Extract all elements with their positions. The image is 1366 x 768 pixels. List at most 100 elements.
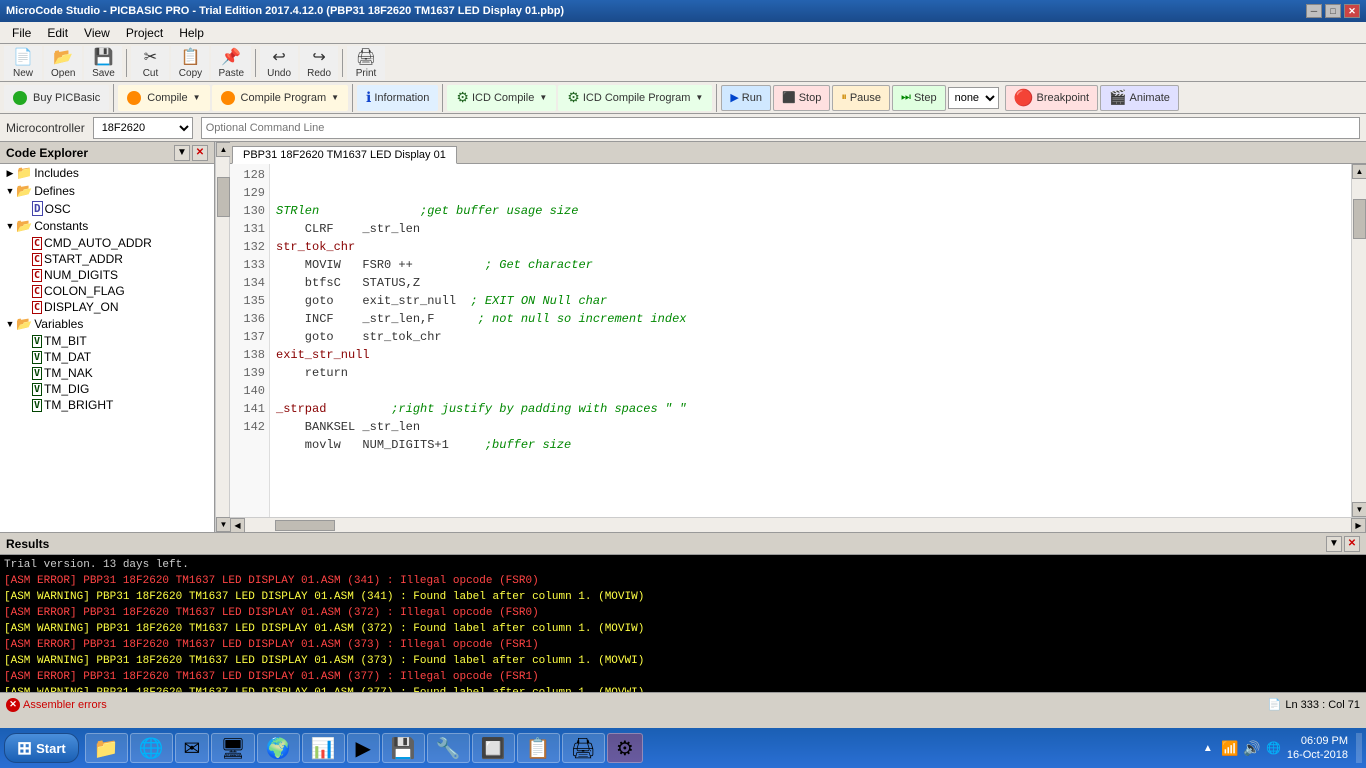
result-line: [ASM ERROR] PBP31 18F2620 TM1637 LED DIS… — [4, 605, 1362, 621]
editor-scroll-right[interactable]: ▶ — [1351, 518, 1366, 533]
system-clock[interactable]: 06:09 PM 16-Oct-2018 — [1287, 734, 1348, 763]
tree-item-tm-dig[interactable]: V TM_DIG — [0, 381, 214, 397]
cut-button[interactable]: ✂ Cut — [131, 46, 169, 80]
minimize-button[interactable]: ─ — [1306, 4, 1322, 18]
display-on-icon: C — [32, 301, 42, 314]
compile-button[interactable]: Compile ▼ — [118, 85, 209, 111]
editor-h-scroll-thumb[interactable] — [275, 520, 335, 531]
tree-item-tm-bright[interactable]: V TM_BRIGHT — [0, 397, 214, 413]
explorer-scroll-track[interactable] — [216, 157, 229, 517]
compile-program-dropdown-arrow[interactable]: ▼ — [331, 93, 339, 102]
close-button[interactable]: ✕ — [1344, 4, 1360, 18]
compile-program-button[interactable]: Compile Program ▼ — [212, 85, 349, 111]
stop-button[interactable]: ⬛ Stop — [773, 85, 830, 111]
results-title: Results — [6, 537, 49, 551]
editor-scroll-track[interactable] — [1352, 179, 1366, 502]
optional-command-line-input[interactable] — [201, 117, 1360, 139]
taskbar-ie[interactable]: 🌍 — [257, 733, 300, 763]
explorer-scroll-up[interactable]: ▲ — [216, 142, 231, 157]
result-line: [ASM ERROR] PBP31 18F2620 TM1637 LED DIS… — [4, 637, 1362, 653]
code-editor[interactable]: STRlen ;get buffer usage size CLRF _str_… — [270, 164, 1351, 517]
menu-file[interactable]: File — [4, 24, 39, 42]
redo-button[interactable]: ↪ Redo — [300, 46, 338, 80]
save-button[interactable]: 💾 Save — [84, 46, 122, 80]
animate-button[interactable]: 🎬 Animate — [1100, 85, 1179, 111]
menu-edit[interactable]: Edit — [39, 24, 76, 42]
editor-scrollbar-bottom[interactable]: ◀ ▶ — [230, 517, 1366, 532]
tree-item-tm-nak[interactable]: V TM_NAK — [0, 365, 214, 381]
explorer-scrollbar[interactable]: ▲ ▼ — [215, 142, 230, 532]
taskbar-app4[interactable]: 🖥 — [211, 733, 254, 763]
open-button[interactable]: 📂 Open — [44, 46, 82, 80]
taskbar-app9[interactable]: 🔲 — [472, 733, 515, 763]
taskbar-app12[interactable]: ⚙ — [607, 733, 643, 763]
taskbar-app10[interactable]: 📋 — [517, 733, 560, 763]
taskbar-explorer[interactable]: 📁 — [85, 733, 128, 763]
icd-compile-button[interactable]: ⚙ ICD Compile ▼ — [447, 85, 556, 111]
editor-scrollbar-right[interactable]: ▲ ▼ — [1351, 164, 1366, 517]
none-select[interactable]: none — [948, 87, 999, 109]
tree-item-num-digits[interactable]: C NUM_DIGITS — [0, 267, 214, 283]
editor-scroll-left[interactable]: ◀ — [230, 518, 245, 533]
undo-button[interactable]: ↩ Undo — [260, 46, 298, 80]
tree-item-tm-bit[interactable]: V TM_BIT — [0, 333, 214, 349]
tree-item-tm-dat[interactable]: V TM_DAT — [0, 349, 214, 365]
breakpoint-button[interactable]: 🔴 Breakpoint — [1005, 85, 1099, 111]
pause-button[interactable]: ⏸ Pause — [832, 85, 890, 111]
copy-button[interactable]: 📋 Copy — [171, 46, 209, 80]
taskbar-app3[interactable]: ✉ — [175, 733, 210, 763]
menu-project[interactable]: Project — [118, 24, 171, 42]
result-line: [ASM ERROR] PBP31 18F2620 TM1637 LED DIS… — [4, 573, 1362, 589]
icd-compile-dropdown-arrow[interactable]: ▼ — [539, 93, 547, 102]
systray-network2[interactable]: 🌐 — [1265, 739, 1283, 757]
editor-scroll-up[interactable]: ▲ — [1352, 164, 1366, 179]
editor-scroll-thumb[interactable] — [1353, 199, 1366, 239]
new-button[interactable]: 📄 New — [4, 46, 42, 80]
explorer-scroll-thumb[interactable] — [217, 177, 230, 217]
taskbar-app7[interactable]: 💾 — [382, 733, 425, 763]
show-desktop-button[interactable] — [1356, 733, 1362, 763]
start-button[interactable]: ⊞ Start — [4, 733, 79, 763]
taskbar-media[interactable]: ▶ — [347, 733, 380, 763]
icd-compile-program-button[interactable]: ⚙ ICD Compile Program ▼ — [558, 85, 712, 111]
results-dropdown[interactable]: ▼ — [1326, 536, 1342, 552]
code-explorer-dropdown[interactable]: ▼ — [174, 145, 190, 161]
code-explorer-close[interactable]: ✕ — [192, 145, 208, 161]
tree-item-cmd-auto-addr[interactable]: C CMD_AUTO_ADDR — [0, 235, 214, 251]
tree-item-includes[interactable]: ▶ 📁 Includes — [0, 164, 214, 182]
results-content[interactable]: Trial version. 13 days left. [ASM ERROR]… — [0, 555, 1366, 692]
tree-item-start-addr[interactable]: C START_ADDR — [0, 251, 214, 267]
taskbar-pickit[interactable]: 🔧 — [427, 733, 470, 763]
tree-item-variables[interactable]: ▼ 📂 Variables — [0, 315, 214, 333]
microcontroller-select[interactable]: 18F2620 — [93, 117, 193, 139]
editor-content: 128 129 130 131 132 133 134 135 136 137 … — [230, 164, 1366, 517]
save-icon: 💾 — [94, 47, 114, 67]
information-button[interactable]: ℹ Information — [357, 85, 438, 111]
tree-item-osc[interactable]: D OSC — [0, 200, 214, 217]
run-button[interactable]: ▶ Run — [721, 85, 771, 111]
step-button[interactable]: ⏭ Step — [892, 85, 946, 111]
systray-arrow[interactable]: ▲ — [1199, 739, 1217, 757]
compile-dropdown-arrow[interactable]: ▼ — [193, 93, 201, 102]
tree-item-display-on[interactable]: C DISPLAY_ON — [0, 299, 214, 315]
tree-item-defines[interactable]: ▼ 📂 Defines — [0, 182, 214, 200]
tree-item-constants[interactable]: ▼ 📂 Constants — [0, 217, 214, 235]
systray-volume[interactable]: 🔊 — [1243, 739, 1261, 757]
paste-button[interactable]: 📌 Paste — [211, 46, 251, 80]
taskbar-chrome[interactable]: 🌐 — [130, 733, 173, 763]
menu-view[interactable]: View — [76, 24, 118, 42]
tree-item-colon-flag[interactable]: C COLON_FLAG — [0, 283, 214, 299]
taskbar-excel[interactable]: 📊 — [302, 733, 345, 763]
information-icon: ℹ — [366, 89, 371, 106]
editor-scroll-down[interactable]: ▼ — [1352, 502, 1366, 517]
menu-help[interactable]: Help — [171, 24, 212, 42]
icd-compile-prog-dropdown-arrow[interactable]: ▼ — [695, 93, 703, 102]
taskbar-app11[interactable]: 🖨 — [562, 733, 605, 763]
results-close[interactable]: ✕ — [1344, 536, 1360, 552]
buy-picbasic-button[interactable]: Buy PICBasic — [4, 85, 109, 111]
print-button[interactable]: 🖨 Print — [347, 46, 385, 80]
tab-main[interactable]: PBP31 18F2620 TM1637 LED Display 01 — [232, 146, 457, 164]
systray-network[interactable]: 📶 — [1221, 739, 1239, 757]
maximize-button[interactable]: □ — [1325, 4, 1341, 18]
explorer-scroll-down[interactable]: ▼ — [216, 517, 231, 532]
